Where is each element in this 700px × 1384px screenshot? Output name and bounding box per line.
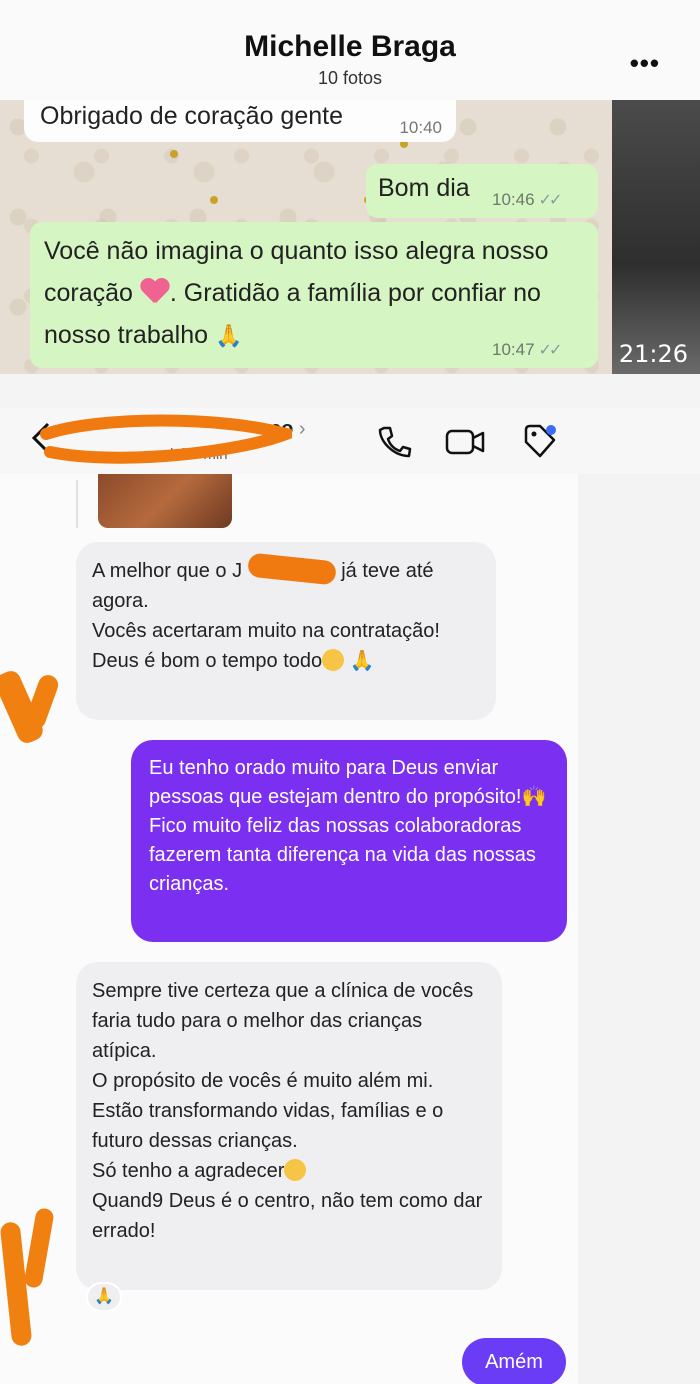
tag-icon[interactable] xyxy=(520,422,560,462)
album-header: Michelle Braga 10 fotos ••• xyxy=(0,0,700,100)
read-ticks-icon: ✓✓ xyxy=(538,192,563,209)
album-name: Michelle Braga xyxy=(244,30,456,63)
message-time: 10:47 ✓✓ xyxy=(492,340,563,360)
time-text: 10:46 xyxy=(492,190,535,209)
ig-chat-header: co › há 9 min xyxy=(0,408,700,474)
incoming-message: A melhor que o J já teve até agora. Você… xyxy=(76,542,496,720)
redaction-mark xyxy=(246,552,337,586)
message-text: Eu tenho orado muito para Deus enviar pe… xyxy=(149,757,522,808)
more-icon: ••• xyxy=(629,48,660,78)
video-duration: 21:26 xyxy=(618,340,688,368)
sparkle xyxy=(170,150,178,158)
message-text: Obrigado de coração gente xyxy=(40,102,343,130)
whatsapp-photo[interactable]: Obrigado de coração gente 10:40 Bom dia … xyxy=(0,100,700,374)
album-title-block: Michelle Braga 10 fotos xyxy=(0,30,700,89)
incoming-message: Sempre tive certeza que a clínica de voc… xyxy=(76,962,502,1290)
message-text: Bom dia xyxy=(378,174,470,202)
wa-outgoing-message: Bom dia 10:46 ✓✓ xyxy=(366,164,598,218)
message-text: Só tenho a agradecer xyxy=(92,1160,285,1182)
message-text: A melhor que o J xyxy=(92,560,243,582)
message-line: A melhor que o J já teve até agora. xyxy=(92,552,480,616)
read-ticks-icon: ✓✓ xyxy=(538,342,563,359)
heart-emoji xyxy=(140,279,170,305)
orange-annotation-mark xyxy=(23,1207,55,1289)
shared-image-thumbnail[interactable] xyxy=(98,474,232,528)
reply-line xyxy=(76,480,78,528)
more-options-button[interactable]: ••• xyxy=(630,48,660,79)
message-time: 10:40 xyxy=(399,118,442,137)
divider xyxy=(0,374,700,408)
message-line: Quand9 Deus é o centro, não tem como dar… xyxy=(92,1190,483,1242)
outgoing-message: Eu tenho orado muito para Deus enviar pe… xyxy=(131,740,567,942)
album-photo-count: 10 fotos xyxy=(317,68,383,88)
message-text: Você não imagina o quanto isso alegra no… xyxy=(44,230,574,357)
message-reaction[interactable]: 🙏 xyxy=(86,1282,122,1312)
raised-hands-emoji: 🙌 xyxy=(521,786,547,808)
message-line: Só tenho a agradecer xyxy=(92,1156,486,1186)
pray-emoji: 🙏 xyxy=(214,323,243,348)
message-text: Deus é bom o tempo todo xyxy=(92,650,323,672)
message-line: Sempre tive certeza que a clínica de voc… xyxy=(92,980,474,1062)
wa-outgoing-message: Você não imagina o quanto isso alegra no… xyxy=(30,222,598,368)
next-photo-thumbnail[interactable] xyxy=(612,100,700,374)
pleading-emoji xyxy=(322,649,345,671)
time-text: 10:47 xyxy=(492,340,535,359)
phone-icon[interactable] xyxy=(376,424,412,460)
video-icon[interactable] xyxy=(444,424,486,460)
message-line: Vocês acertaram muito na contratação! xyxy=(92,620,440,642)
side-panel xyxy=(578,474,700,1384)
ig-chat-thread[interactable]: A melhor que o J já teve até agora. Você… xyxy=(0,474,700,1384)
message-text: Fico muito feliz das nossas colaboradora… xyxy=(149,815,536,895)
sparkle xyxy=(210,196,218,204)
message-line: Deus é bom o tempo todo 🙏 xyxy=(92,646,480,676)
wa-incoming-message: Obrigado de coração gente 10:40 xyxy=(24,100,456,142)
outgoing-message-amen: Amém xyxy=(462,1338,566,1384)
pray-emoji: 🙏 xyxy=(349,650,375,672)
message-time: 10:46 ✓✓ xyxy=(492,190,563,210)
message-line: Estão transformando vidas, famílias e o … xyxy=(92,1100,444,1152)
pleading-emoji xyxy=(284,1159,307,1181)
redaction-scribble xyxy=(40,414,292,464)
message-line: O propósito de vocês é muito além mi. xyxy=(92,1070,434,1092)
